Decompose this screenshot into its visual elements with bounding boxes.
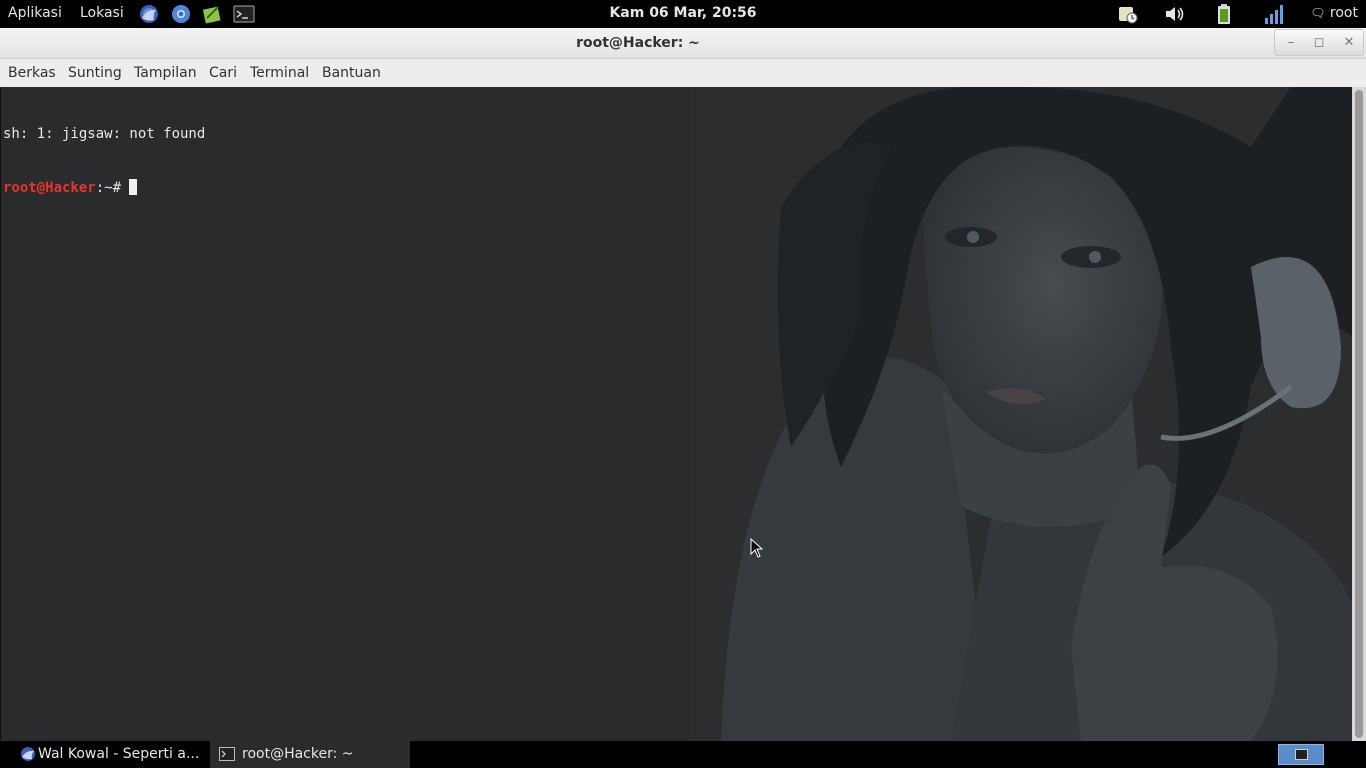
menubar: Berkas Sunting Tampilan Cari Terminal Ba…	[0, 59, 1366, 87]
leafpad-icon[interactable]	[201, 3, 223, 25]
menu-bantuan[interactable]: Bantuan	[322, 65, 381, 81]
applications-menu[interactable]: Aplikasi	[8, 5, 62, 21]
user-menu[interactable]: 🗨 root	[1310, 5, 1358, 21]
mouse-pointer-icon	[750, 538, 764, 558]
terminal-output: sh: 1: jigsaw: not found root@Hacker:~#	[3, 89, 205, 233]
user-label: root	[1329, 5, 1358, 21]
prompt-user-host: root@Hacker	[3, 180, 96, 196]
iceweasel-icon	[21, 747, 35, 761]
places-menu[interactable]: Lokasi	[80, 5, 124, 21]
chromium-icon[interactable]	[170, 3, 192, 25]
menu-terminal[interactable]: Terminal	[250, 65, 309, 81]
network-signal-icon[interactable]	[1262, 3, 1286, 25]
wallpaper-illustration	[691, 87, 1352, 741]
taskbar-item-terminal[interactable]: root@Hacker: ~	[210, 741, 410, 768]
volume-icon[interactable]	[1163, 3, 1187, 25]
close-button[interactable]: ✕	[1339, 34, 1359, 52]
taskbar-label: root@Hacker: ~	[242, 746, 354, 762]
menu-tampilan[interactable]: Tampilan	[134, 65, 197, 81]
battery-icon[interactable]	[1214, 3, 1234, 25]
top-panel: Aplikasi Lokasi Kam 06 Mar, 20:56 🗨 root	[0, 0, 1366, 28]
terminal-prompt-line: root@Hacker:~#	[3, 179, 205, 197]
terminal-view[interactable]: sh: 1: jigsaw: not found root@Hacker:~#	[0, 87, 1352, 741]
window-controls: – ◻ ✕	[1274, 29, 1364, 56]
window-titlebar[interactable]: root@Hacker: ~ – ◻ ✕	[0, 28, 1366, 59]
prompt-path: :~#	[95, 180, 130, 196]
menu-cari[interactable]: Cari	[209, 65, 237, 81]
terminal-icon[interactable]	[233, 3, 255, 25]
clock[interactable]: Kam 06 Mar, 20:56	[609, 5, 756, 21]
terminal-scrollbar[interactable]	[1352, 87, 1366, 741]
workspace-window-thumbnail	[1295, 749, 1308, 760]
maximize-button[interactable]: ◻	[1309, 34, 1329, 52]
bottom-panel: Wal Kowal - Seperti a... root@Hacker: ~	[0, 741, 1366, 768]
window-title: root@Hacker: ~	[576, 35, 700, 51]
iceweasel-icon[interactable]	[138, 3, 160, 25]
terminal-icon	[219, 747, 235, 761]
terminal-line-error: sh: 1: jigsaw: not found	[3, 126, 206, 142]
updates-icon[interactable]	[1116, 3, 1140, 25]
menu-berkas[interactable]: Berkas	[8, 65, 56, 81]
chat-bubble-icon: 🗨	[1310, 6, 1326, 20]
menu-sunting[interactable]: Sunting	[68, 65, 122, 81]
workspace-switcher[interactable]	[1278, 744, 1324, 765]
scrollbar-thumb[interactable]	[1355, 90, 1363, 738]
taskbar-item-browser[interactable]: Wal Kowal - Seperti a...	[18, 741, 208, 768]
text-cursor	[129, 179, 138, 195]
minimize-button[interactable]: –	[1281, 34, 1301, 52]
taskbar-label: Wal Kowal - Seperti a...	[38, 746, 200, 762]
